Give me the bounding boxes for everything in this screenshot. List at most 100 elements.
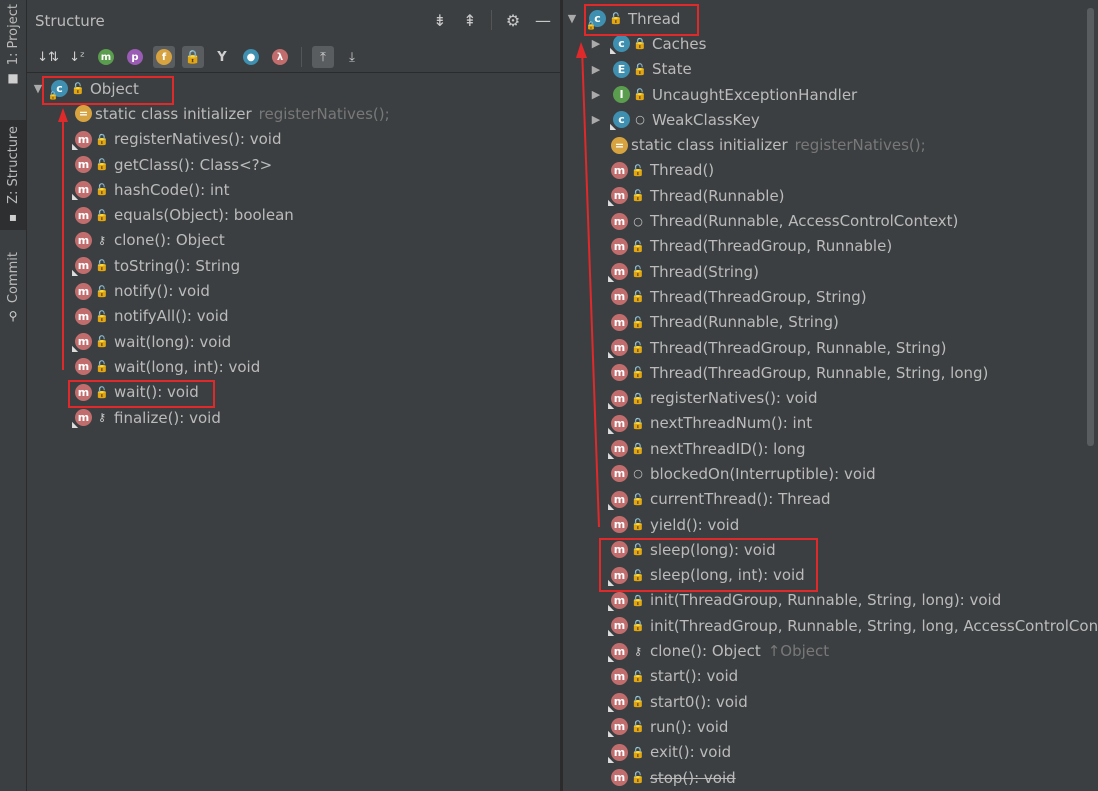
- item-label: hashCode(): int: [114, 180, 230, 199]
- method-row[interactable]: m ◣ 🔓 Thread(Runnable): [563, 183, 1098, 208]
- method-row[interactable]: m ◣ 🔒 exit(): void: [563, 740, 1098, 765]
- method-icon: m ◣: [72, 257, 92, 277]
- collapse-arrow-icon[interactable]: ▼: [565, 12, 579, 25]
- private-icon: 🔒: [631, 416, 645, 430]
- method-row[interactable]: m 🔓 stop(): void: [563, 765, 1098, 790]
- method-icon: m: [75, 231, 92, 249]
- item-hint: registerNatives();: [258, 104, 390, 123]
- sort-by-visibility-icon[interactable]: ↓⇅: [37, 46, 59, 68]
- structure-toolbar: ↓⇅ ↓ᶻ m p f 🔒 Y ● λ ⤒ ⤓: [27, 42, 560, 73]
- method-icon: m ◣: [608, 263, 628, 283]
- method-row[interactable]: m 🔓 Thread(ThreadGroup, String): [563, 284, 1098, 309]
- public-icon: 🔓: [631, 492, 645, 506]
- show-inherited-icon[interactable]: m: [95, 46, 117, 68]
- private-icon: 🔒: [631, 619, 645, 633]
- vertical-scrollbar[interactable]: [1087, 8, 1094, 446]
- method-icon: m ◣: [608, 591, 628, 612]
- method-row[interactable]: m 🔓 start(): void: [563, 664, 1098, 689]
- item-label: start0(): void: [650, 692, 748, 711]
- expand-arrow-icon[interactable]: ▶: [589, 113, 603, 126]
- sort-alphabetically-icon[interactable]: ↓ᶻ: [66, 46, 88, 68]
- item-label: nextThreadNum(): int: [650, 414, 813, 433]
- method-row[interactable]: m ◣ 🔒 start0(): void: [563, 689, 1098, 714]
- public-icon: 🔓: [95, 335, 109, 349]
- show-lambdas-icon[interactable]: λ: [269, 46, 291, 68]
- nested-class-row[interactable]: ▶ c ◣ ○ WeakClassKey: [563, 107, 1098, 132]
- static-initializer-row[interactable]: = static class initializer registerNatives…: [563, 132, 1098, 157]
- right-structure-tree: ▼ c 🔒 🔓 Thread ▶ c ◣ 🔒 Caches ▶ E 🔓 State ▶ I 🔓 Uncau…: [563, 0, 1098, 790]
- item-label: wait(long, int): void: [114, 357, 261, 376]
- public-icon: 🔓: [631, 315, 645, 329]
- tab-structure[interactable]: Z: Structure ▪: [0, 120, 26, 230]
- item-label: registerNatives(): void: [114, 130, 282, 149]
- item-label: wait(long): void: [114, 332, 232, 351]
- collapse-all-icon[interactable]: ⇞: [461, 11, 479, 30]
- method-row[interactable]: m ◣ 🔒 nextThreadID(): long: [563, 436, 1098, 461]
- method-row[interactable]: m ◣ 🔒 registerNatives(): void: [27, 127, 560, 152]
- static-initializer-row[interactable]: = static class initializer registerNatives…: [27, 101, 560, 126]
- show-inner-classes-icon[interactable]: ●: [240, 46, 262, 68]
- method-row[interactable]: m ◣ 🔒 init(ThreadGroup, Runnable, String, l…: [563, 613, 1098, 638]
- item-label: start(): void: [650, 667, 739, 686]
- method-row[interactable]: m ◣ 🔓 hashCode(): int: [27, 177, 560, 202]
- method-row[interactable]: m 🔓 Thread(): [563, 158, 1098, 183]
- private-icon: 🔒: [631, 745, 645, 759]
- method-icon: m ◣: [608, 339, 628, 359]
- item-label: Thread(ThreadGroup, Runnable, String): [650, 338, 947, 357]
- method-row[interactable]: m ◣ 🔓 Thread(String): [563, 259, 1098, 284]
- expand-arrow-icon[interactable]: ▶: [589, 63, 603, 76]
- method-row[interactable]: m ○ blockedOn(Interruptible): void: [563, 461, 1098, 486]
- method-icon: m ◣: [608, 490, 628, 511]
- method-row[interactable]: m 🔓 Thread(ThreadGroup, Runnable): [563, 234, 1098, 259]
- method-row[interactable]: m 🔓 Thread(ThreadGroup, Runnable, String, …: [563, 360, 1098, 385]
- show-properties-icon[interactable]: p: [124, 46, 146, 68]
- method-icon: m ◣: [608, 617, 628, 637]
- method-row[interactable]: m ◣ 🔓 currentThread(): Thread: [563, 487, 1098, 512]
- commit-icon: ⚲: [8, 309, 18, 324]
- method-row[interactable]: m 🔓 notify(): void: [27, 278, 560, 303]
- folder-icon: ■: [7, 71, 19, 86]
- show-fields-icon[interactable]: f: [153, 46, 175, 68]
- method-row[interactable]: m 🔓 wait(long, int): void: [27, 354, 560, 379]
- method-row[interactable]: m ◣ 🔒 registerNatives(): void: [563, 385, 1098, 410]
- show-non-public-icon[interactable]: 🔒: [182, 46, 204, 68]
- expand-all-icon[interactable]: ⇟: [431, 11, 449, 30]
- protected-icon: ⚷: [633, 644, 643, 658]
- method-row[interactable]: m 🔓 Thread(Runnable, String): [563, 310, 1098, 335]
- tab-commit[interactable]: Commit ⚲: [0, 252, 26, 323]
- nested-class-row[interactable]: ▶ E 🔓 State: [563, 57, 1098, 82]
- item-label: State: [652, 60, 692, 79]
- static-initializer-icon: =: [75, 105, 92, 123]
- expand-arrow-icon[interactable]: ▶: [589, 37, 603, 50]
- method-row[interactable]: m ◣ 🔓 toString(): String: [27, 253, 560, 278]
- minimize-icon[interactable]: —: [534, 11, 552, 30]
- method-row[interactable]: m ◣ 🔓 wait(long): void: [27, 329, 560, 354]
- gear-icon[interactable]: ⚙: [504, 11, 522, 30]
- private-icon: 🔒: [95, 132, 109, 146]
- nested-class-row[interactable]: ▶ I 🔓 UncaughtExceptionHandler: [563, 82, 1098, 107]
- item-label: clone(): Object: [650, 642, 761, 661]
- method-icon: m ◣: [72, 130, 92, 151]
- method-row[interactable]: m ◣ ⚷ finalize(): void: [27, 405, 560, 430]
- expand-arrow-icon[interactable]: ▶: [589, 88, 603, 101]
- public-icon: 🔓: [95, 183, 109, 197]
- method-row[interactable]: m 🔓 equals(Object): boolean: [27, 202, 560, 227]
- method-icon: m: [611, 237, 628, 255]
- item-label: getClass(): Class<?>: [114, 155, 273, 174]
- method-row[interactable]: m ◣ 🔓 run(): void: [563, 714, 1098, 739]
- method-row[interactable]: m ◣ 🔓 Thread(ThreadGroup, Runnable, String): [563, 335, 1098, 360]
- method-row[interactable]: m 🔓 notifyAll(): void: [27, 304, 560, 329]
- autoscroll-to-source-icon[interactable]: ⤒: [312, 46, 334, 68]
- tab-project[interactable]: 1: Project ■: [0, 4, 26, 85]
- method-row[interactable]: m ⚷ clone(): Object: [27, 228, 560, 253]
- method-row[interactable]: m 🔓 getClass(): Class<?>: [27, 152, 560, 177]
- method-icon: m: [611, 288, 628, 306]
- method-row[interactable]: m ◣ ⚷ clone(): Object ↑Object: [563, 638, 1098, 663]
- method-row[interactable]: m ○ Thread(Runnable, AccessControlContext): [563, 208, 1098, 233]
- method-row[interactable]: m ◣ 🔒 nextThreadNum(): int: [563, 411, 1098, 436]
- item-label: stop(): void: [650, 768, 736, 787]
- method-row[interactable]: m 🔓 yield(): void: [563, 512, 1098, 537]
- show-anonymous-icon[interactable]: Y: [211, 46, 233, 68]
- autoscroll-from-source-icon[interactable]: ⤓: [341, 46, 363, 68]
- item-label: Thread(ThreadGroup, Runnable, String, lo…: [650, 363, 989, 382]
